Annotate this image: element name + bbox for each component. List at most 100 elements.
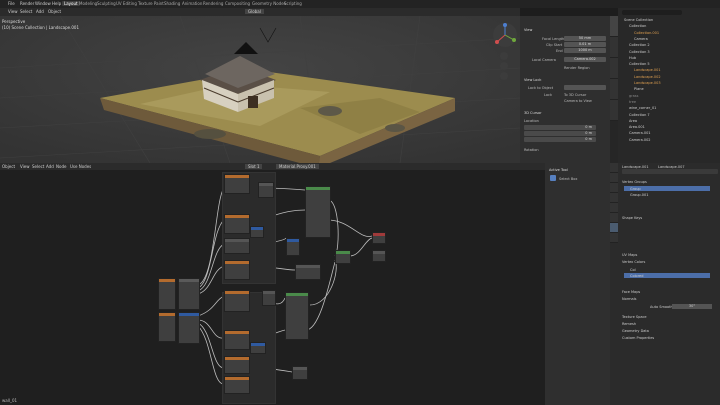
outliner-item[interactable]: Landscape.001 [634,68,661,72]
outliner-item[interactable]: Camera.002 [629,138,651,142]
local-camera-field[interactable]: Camera.002 [564,57,606,62]
node-principled-bsdf-2[interactable] [285,292,309,340]
tab-workspace-geometry-nodes[interactable]: Geometry Nodes [252,1,286,6]
auto-smooth-checkbox[interactable]: Auto Smooth [650,305,673,309]
to-3d-cursor-checkbox[interactable]: To 3D Cursor [564,93,586,97]
tab-view[interactable] [610,58,618,79]
tab-workspace-sculpting[interactable]: Sculpting [97,1,116,6]
node-mapping-b[interactable] [178,312,200,344]
node-texture-10[interactable] [224,376,250,394]
outliner-item[interactable]: Landscape.003 [634,81,661,85]
section-view-lock-header[interactable]: View Lock [524,78,541,82]
zoom-icon[interactable] [500,52,508,60]
shape-keys-header[interactable]: Shape Keys [622,216,642,220]
node-editor-canvas[interactable] [0,170,545,405]
outliner-item[interactable]: Collection 3 [629,50,650,54]
cursor-y-field[interactable]: 0 m [524,131,596,136]
node-principled-bsdf[interactable] [305,186,331,238]
outliner-item[interactable]: Scene Collection [624,18,653,22]
vertex-color-item-0[interactable]: Col [624,267,710,272]
camera-to-view-checkbox[interactable]: Camera to View [564,99,592,103]
menu-render[interactable]: Render [20,1,34,6]
menu-help[interactable]: Help [52,1,61,6]
tab-workspace-scripting[interactable]: Scripting [284,1,302,6]
outliner-item[interactable]: Hub [629,56,636,60]
viewport-3d[interactable] [0,8,520,163]
navigation-gizmo[interactable] [492,22,518,48]
remesh-header[interactable]: Remesh [622,322,636,326]
node-menu-object[interactable]: Object [2,164,15,169]
outliner-item[interactable]: Camera.001 [629,131,651,135]
tab-workspace-rendering[interactable]: Rendering [203,1,223,6]
outliner-item[interactable]: Collection 2 [629,43,650,47]
viewport-menu-add[interactable]: Add [36,9,44,14]
node-texture-7[interactable] [262,290,276,306]
viewport-menu-view[interactable]: View [8,9,18,14]
pan-hand-icon[interactable] [500,62,508,70]
camera-view-icon[interactable] [500,72,508,80]
properties-tab-scene[interactable] [610,193,618,203]
node-texture-9[interactable] [224,356,250,374]
properties-tab-data[interactable] [610,223,618,233]
node-texture-5[interactable] [224,260,250,280]
tab-workspace-shading[interactable]: Shading [164,1,180,6]
render-region-checkbox[interactable]: Render Region [564,66,590,70]
node-input-b[interactable] [158,312,176,342]
node-texture-3[interactable] [224,214,250,234]
tab-workspace-uv[interactable]: UV Editing [116,1,137,6]
outliner-item[interactable]: Collection 5 [629,62,650,66]
clip-start-field[interactable]: 0.01 m [564,42,606,47]
node-texture-2[interactable] [258,182,274,198]
node-output-2[interactable] [372,250,386,262]
cursor-x-field[interactable]: 0 m [524,125,596,130]
section-3d-cursor-header[interactable]: 3D Cursor [524,111,542,115]
node-mix-shader[interactable] [335,250,351,264]
active-tool-header[interactable]: Active Tool [549,168,568,172]
texture-space-header[interactable]: Texture Space [622,315,647,319]
geometry-data-header[interactable]: Geometry Data [622,329,649,333]
cursor-z-field[interactable]: 0 m [524,137,596,142]
tab-extra-1[interactable] [610,79,618,100]
tab-item[interactable] [610,16,618,37]
use-nodes-checkbox[interactable]: Use Nodes [70,164,91,169]
properties-tab-material[interactable] [610,233,618,243]
vertex-colors-header[interactable]: Vertex Colors [622,260,645,264]
face-maps-header[interactable]: Face Maps [622,290,640,294]
outliner-item[interactable]: Area.001 [629,125,645,129]
node-menu-node[interactable]: Node [56,164,66,169]
menu-file[interactable]: File [8,1,15,6]
tab-workspace-animation[interactable]: Animation [182,1,202,6]
node-texture-8[interactable] [224,330,250,350]
outliner-item[interactable]: wine_corner_01 [629,106,656,110]
outliner-item[interactable]: Camera [634,37,648,41]
vertex-group-item-1[interactable]: Group.001 [624,192,710,197]
tab-workspace-compositing[interactable]: Compositing [225,1,250,6]
menu-window[interactable]: Window [35,1,51,6]
outliner-item[interactable]: Area [629,119,637,123]
vertex-groups-header[interactable]: Vertex Groups [622,180,647,184]
mesh-datablock-field[interactable] [622,169,718,174]
node-texture-4[interactable] [224,238,250,254]
node-menu-view[interactable]: View [20,164,30,169]
vertex-color-item-1[interactable]: Colored [624,273,710,278]
outliner-search-input[interactable] [622,10,682,15]
node-input-a[interactable] [158,278,176,310]
custom-properties-header[interactable]: Custom Properties [622,336,654,340]
tab-tool[interactable] [610,37,618,58]
outliner-item[interactable]: Collection 7 [629,113,650,117]
node-material-output[interactable] [372,232,386,244]
outliner-item[interactable]: tree [629,100,636,104]
material-slot-dropdown[interactable]: Slot 1 [245,164,263,169]
lock-to-object-field[interactable] [564,85,606,90]
node-mapping-a[interactable] [178,278,200,310]
outliner-item[interactable]: Plane [634,87,644,91]
vertex-group-item-0[interactable]: Group [624,186,710,191]
outliner-item[interactable]: Collection [629,24,646,28]
node-texture-6[interactable] [224,290,250,312]
tab-workspace-modeling[interactable]: Modeling [79,1,97,6]
auto-smooth-angle-field[interactable]: 30° [672,304,712,309]
select-box-icon[interactable] [550,175,556,181]
properties-tab-output[interactable] [610,183,618,193]
tab-workspace-layout[interactable]: Layout [62,1,80,6]
normals-header[interactable]: Normals [622,297,637,301]
